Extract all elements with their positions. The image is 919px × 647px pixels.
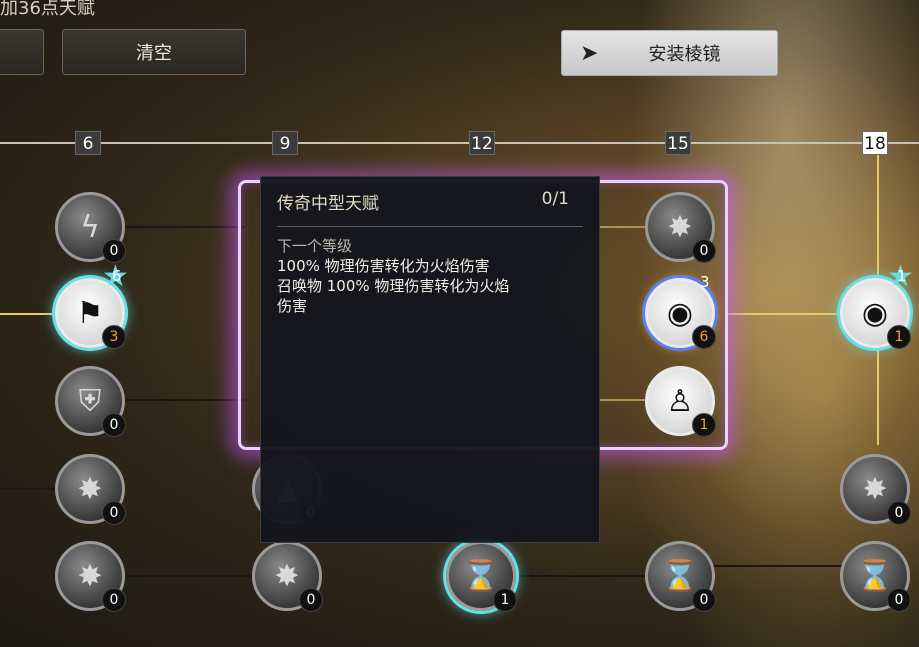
talent-tooltip: 传奇中型天赋 0/1 下一个等级 100% 物理伤害转化为火焰伤害 召唤物 10… xyxy=(260,176,600,543)
point-badge: 0 xyxy=(887,501,911,525)
hourglass-icon: ⌛ xyxy=(856,558,894,594)
talent-node[interactable]: ✸ 0 xyxy=(252,541,323,612)
install-prism-button[interactable]: ➤ 安装棱镜 xyxy=(561,30,778,76)
tier-label-6: 6 xyxy=(75,131,101,155)
tooltip-description: 100% 物理伤害转化为火焰伤害 召唤物 100% 物理伤害转化为火焰 伤害 xyxy=(277,257,510,315)
tooltip-next-level-label: 下一个等级 xyxy=(277,237,353,255)
hourglass-icon: ⌛ xyxy=(661,558,699,594)
point-badge: 1 xyxy=(692,413,716,437)
impact-burst-icon: ✸ xyxy=(77,471,103,507)
point-badge: 3 xyxy=(102,325,126,349)
clear-button[interactable]: 清空 xyxy=(62,29,246,75)
impact-burst-icon: ✸ xyxy=(274,558,300,594)
connector-line xyxy=(125,226,245,228)
gold-line-right xyxy=(725,313,840,315)
talent-node[interactable]: ⌛ 0 xyxy=(840,541,911,612)
tooltip-divider xyxy=(277,226,583,227)
impact-burst-icon: ✸ xyxy=(862,471,888,507)
talent-node[interactable]: ✸ 0 xyxy=(645,192,716,263)
star-count: 6 xyxy=(112,267,122,285)
point-badge: 0 xyxy=(102,588,126,612)
point-badge: 0 xyxy=(102,501,126,525)
point-badge: 1 xyxy=(887,325,911,349)
connector-line xyxy=(125,575,255,577)
tier-label-15: 15 xyxy=(665,131,691,155)
prism-icon: ➤ xyxy=(580,40,599,66)
point-badge: 0 xyxy=(887,588,911,612)
talent-node-selected[interactable]: ⚑ ★ 6 3 xyxy=(55,259,129,349)
talent-node[interactable]: ✸ 0 xyxy=(55,541,126,612)
shield-icon: ⛨ xyxy=(78,383,102,419)
gold-line-left xyxy=(0,313,55,315)
talent-node[interactable]: ϟ 0 xyxy=(55,192,126,263)
vortex-orb-icon: ◉ xyxy=(666,295,694,331)
impact-burst-icon: ✸ xyxy=(77,558,103,594)
charging-boot-icon: ⚑ xyxy=(76,295,104,331)
star-count: 3 xyxy=(700,273,710,291)
talent-node[interactable]: ✸ 0 xyxy=(55,454,126,525)
meditating-figure-icon: ♙ xyxy=(666,383,694,419)
talent-node-legendary[interactable]: ◉ 3 6 xyxy=(645,273,716,349)
talent-node[interactable]: ♙ 1 xyxy=(645,366,716,437)
hourglass-icon: ⌛ xyxy=(462,558,500,594)
talent-node[interactable]: ⛨ 0 xyxy=(55,366,126,437)
talent-node[interactable]: ✸ 0 xyxy=(840,454,911,525)
connector-line xyxy=(125,399,245,401)
tier-label-18: 18 xyxy=(862,131,888,155)
connector-line xyxy=(0,488,55,490)
impact-burst-icon: ✸ xyxy=(667,209,693,245)
point-badge: 0 xyxy=(692,588,716,612)
tooltip-count: 0/1 xyxy=(541,189,569,209)
point-badge: 0 xyxy=(102,413,126,437)
install-prism-label: 安装棱镜 xyxy=(648,44,721,65)
tier-label-9: 9 xyxy=(272,131,298,155)
talent-node[interactable]: ⌛ 1 xyxy=(446,541,517,612)
connector-line xyxy=(520,575,645,577)
point-badge: 0 xyxy=(692,239,716,263)
lightning-claw-icon: ϟ xyxy=(80,209,100,245)
talent-node[interactable]: ⌛ 0 xyxy=(645,541,716,612)
talent-node-selected[interactable]: ◉ ★ 1 1 xyxy=(840,259,914,349)
tooltip-title: 传奇中型天赋 xyxy=(277,194,379,214)
left-partial-button[interactable] xyxy=(0,29,44,75)
tier-label-12: 12 xyxy=(469,131,495,155)
point-badge: 1 xyxy=(493,588,517,612)
connector-line xyxy=(712,565,842,567)
talent-points-text: 加36点天赋 xyxy=(0,0,95,19)
tier-line xyxy=(0,142,919,144)
star-count: 1 xyxy=(897,267,907,285)
vortex-orb-icon: ◉ xyxy=(861,295,889,331)
point-badge: 6 xyxy=(692,325,716,349)
point-badge: 0 xyxy=(299,588,323,612)
